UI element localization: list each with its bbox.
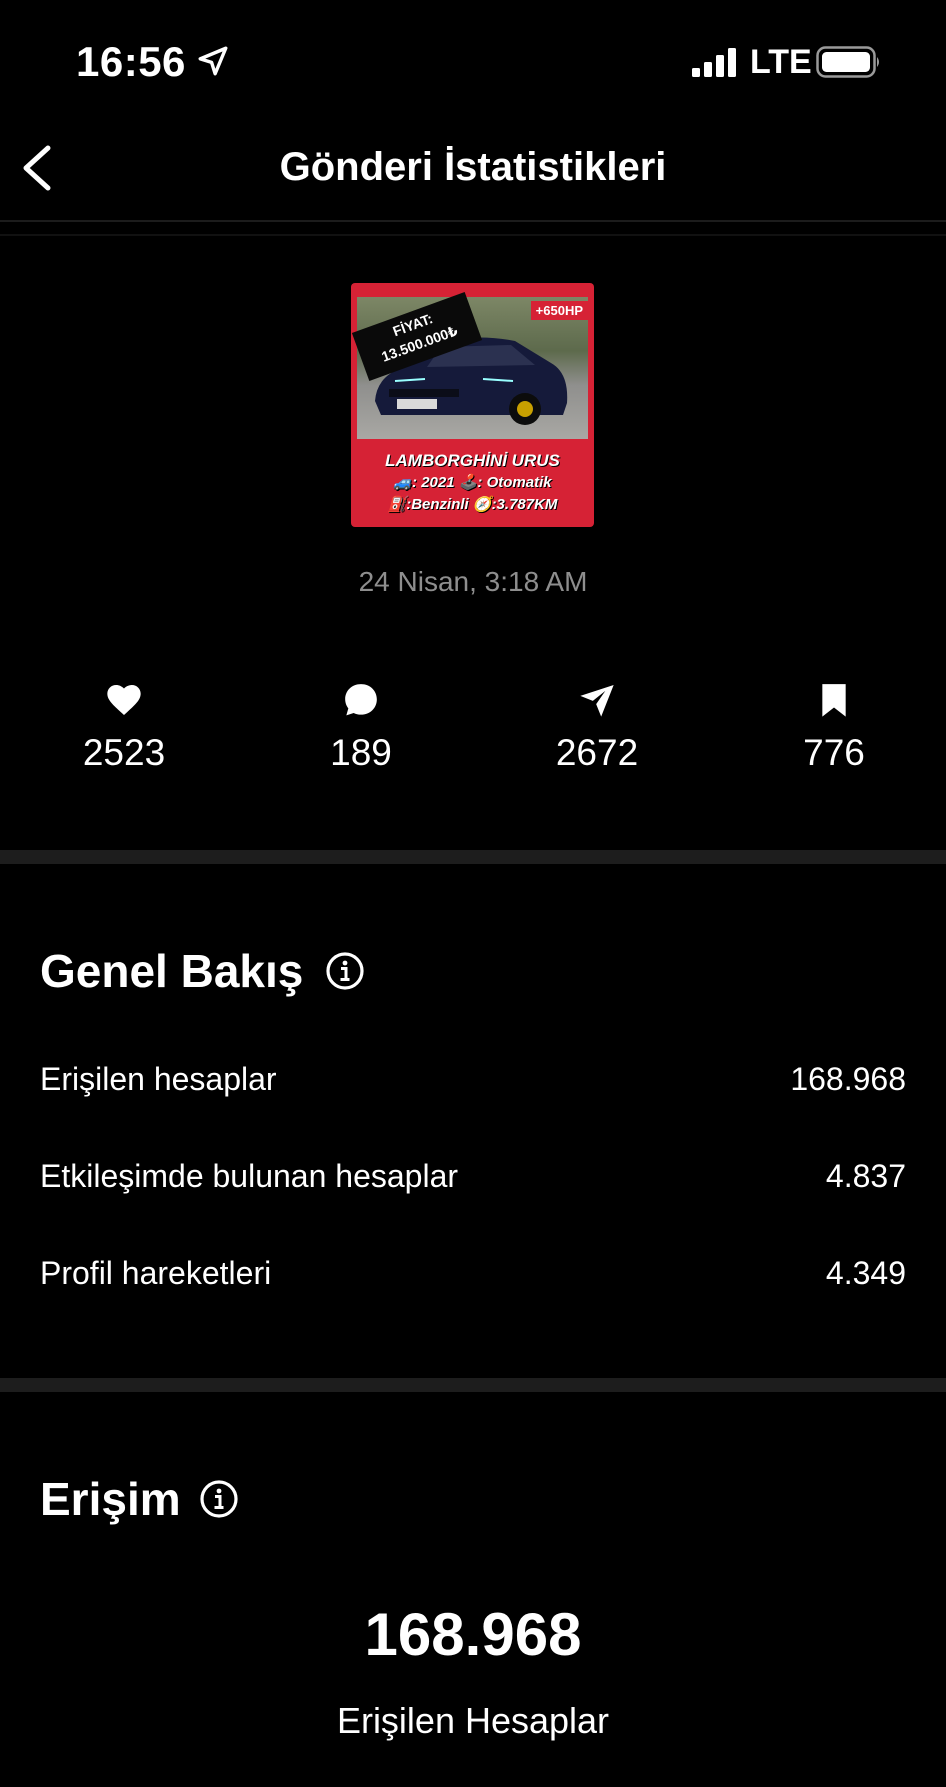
reach-value: 168.968 [364, 1601, 582, 1668]
thumbnail-title: LAMBORGHİNİ URUS [385, 451, 560, 470]
reach-title: Erişim [40, 1473, 181, 1525]
thumbnail-line-2: 🚙: 2021 🕹️: Otomatik [393, 474, 552, 491]
profile-activity-label: Profil hareketleri [40, 1255, 272, 1291]
header-divider-secondary [0, 234, 946, 236]
hp-tag: +650HP [530, 301, 588, 320]
bookmark-icon [822, 684, 846, 717]
section-divider [0, 1378, 946, 1392]
comments-count: 189 [330, 732, 392, 773]
engaged-accounts-label: Etkileşimde bulunan hesaplar [40, 1158, 459, 1194]
status-time: 16:56 [76, 38, 186, 85]
heart-icon [107, 685, 141, 715]
saves-count: 776 [803, 732, 865, 773]
header-divider [0, 220, 946, 222]
likes-count: 2523 [82, 732, 166, 773]
network-type: LTE [750, 43, 812, 81]
cellular-signal-icon [692, 48, 736, 77]
reached-accounts-label: Erişilen hesaplar [40, 1061, 277, 1097]
reached-accounts-value: 168.968 [790, 1061, 906, 1097]
metric-saves: 776 [724, 680, 944, 774]
share-icon [580, 685, 614, 717]
info-icon[interactable] [199, 1479, 239, 1519]
metric-shares: 2672 [487, 680, 707, 774]
info-icon[interactable] [325, 951, 365, 991]
section-divider [0, 850, 946, 864]
thumbnail-line-3: ⛽:Benzinli 🧭:3.787KM [387, 496, 558, 513]
battery-icon [816, 46, 879, 78]
post-date: 24 Nisan, 3:18 AM [358, 566, 588, 597]
metric-comments: 189 [251, 680, 471, 774]
metric-likes: 2523 [14, 680, 234, 774]
overview-title: Genel Bakış [40, 945, 304, 997]
location-arrow-icon [198, 46, 228, 76]
reach-label: Erişilen Hesaplar [336, 1700, 610, 1741]
engaged-accounts-value: 4.837 [825, 1158, 906, 1194]
shares-count: 2672 [555, 732, 639, 773]
post-thumbnail[interactable]: FİYAT: 13.500.000₺ +650HP LAMBORGHİNİ UR… [351, 283, 594, 527]
comment-icon [345, 684, 377, 716]
profile-activity-value: 4.349 [825, 1255, 906, 1291]
page-title: Gönderi İstatistikleri [279, 145, 667, 189]
